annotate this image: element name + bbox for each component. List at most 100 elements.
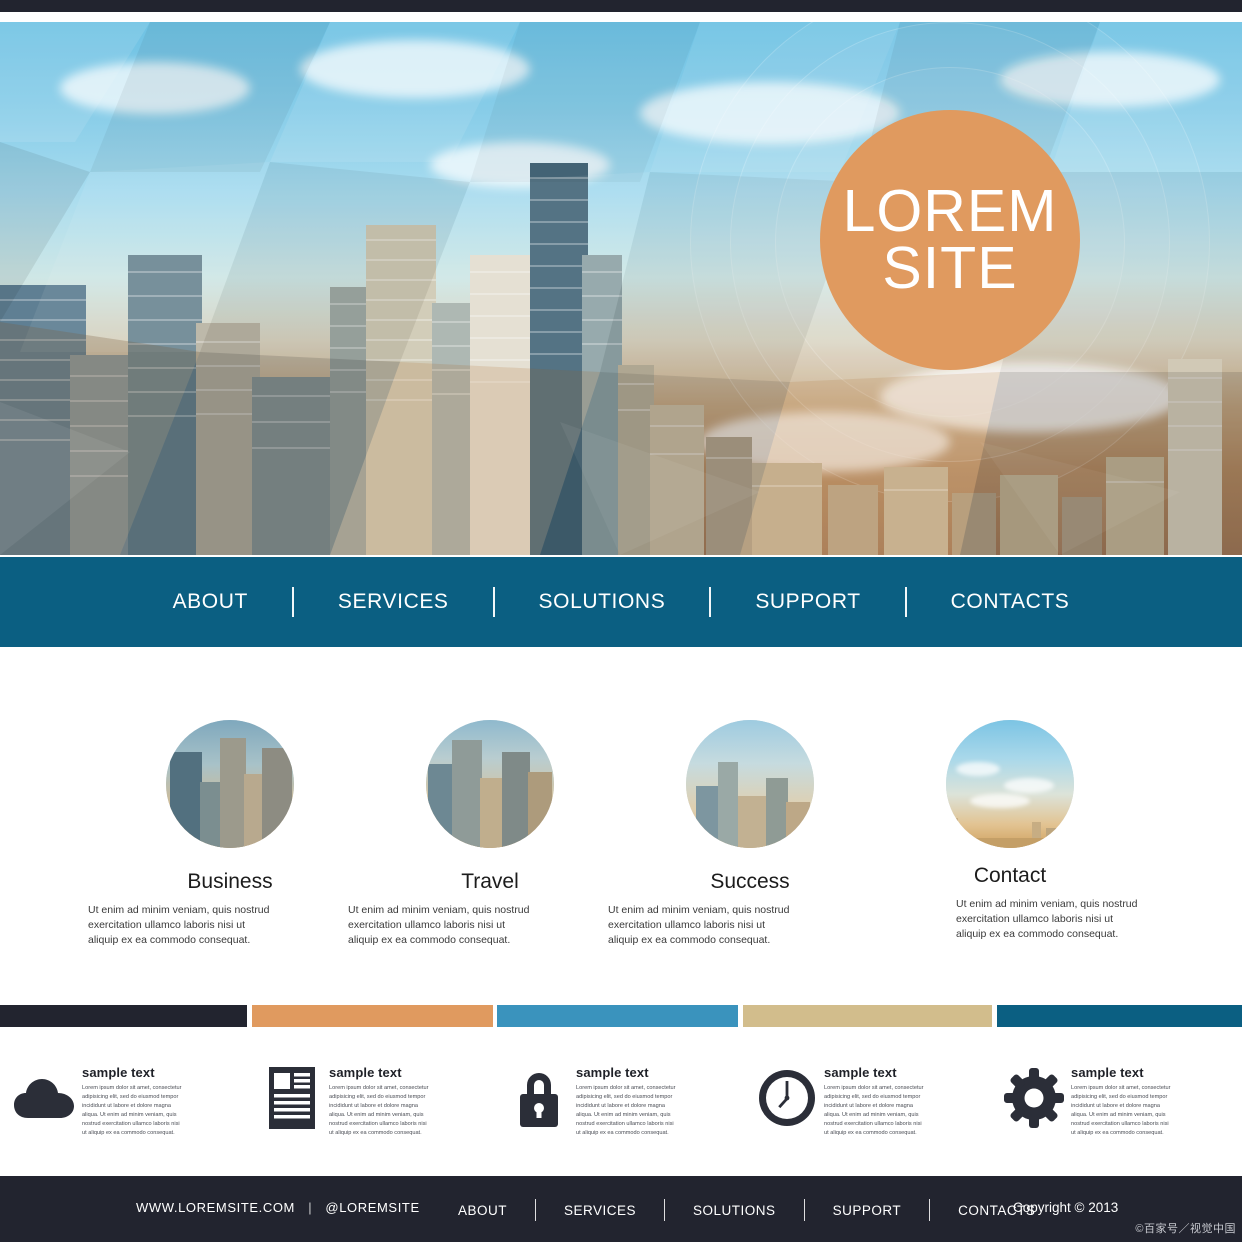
site-logo[interactable]: LOREM SITE: [820, 110, 1080, 370]
icon-feature-title: sample text: [824, 1065, 897, 1080]
nav-items: ABOUT SERVICES SOLUTIONS SUPPORT CONTACT…: [129, 587, 1114, 617]
building-shape: [470, 255, 536, 555]
building-shape: [196, 323, 260, 555]
icon-feature-text: sample text Lorem ipsum dolor sit amet, …: [329, 1055, 431, 1138]
feature-card-business[interactable]: Business Ut enim ad minim veniam, quis n…: [80, 720, 380, 949]
logo-line-1: LOREM: [842, 178, 1058, 245]
nav-item-support[interactable]: SUPPORT: [711, 590, 904, 614]
icon-feature-text: sample text Lorem ipsum dolor sit amet, …: [1071, 1055, 1173, 1138]
building-shape: [366, 225, 436, 555]
nav-item-services[interactable]: SERVICES: [294, 590, 493, 614]
footer-nav-divider: [929, 1199, 931, 1221]
icon-feature-body: Lorem ipsum dolor sit amet, consectetur …: [824, 1085, 924, 1137]
building-shape: [618, 365, 654, 555]
icon-feature-body: Lorem ipsum dolor sit amet, consectetur …: [329, 1085, 429, 1137]
icon-feature-lock[interactable]: sample text Lorem ipsum dolor sit amet, …: [502, 1055, 744, 1155]
building-shape: [128, 255, 202, 555]
feature-cards: Business Ut enim ad minim veniam, quis n…: [0, 700, 1242, 970]
footer-nav-item-solutions[interactable]: SOLUTIONS: [665, 1203, 804, 1218]
building-shape: [884, 467, 948, 555]
page-footer: WWW.LOREMSITE.COM | @LOREMSITE ABOUT SER…: [0, 1176, 1242, 1242]
icon-feature-document[interactable]: sample text Lorem ipsum dolor sit amet, …: [255, 1055, 497, 1155]
feature-image-business: [166, 720, 294, 848]
footer-nav-item-support[interactable]: SUPPORT: [805, 1203, 930, 1218]
main-navigation: ABOUT SERVICES SOLUTIONS SUPPORT CONTACT…: [0, 557, 1242, 647]
footer-nav-divider: [664, 1199, 666, 1221]
building-shape: [70, 355, 130, 555]
cloud-shape: [60, 62, 250, 114]
footer-navigation: ABOUT SERVICES SOLUTIONS SUPPORT CONTACT…: [430, 1199, 1063, 1221]
hero-banner: LOREM SITE: [0, 22, 1242, 555]
icon-feature-title: sample text: [82, 1065, 155, 1080]
building-shape: [1106, 457, 1164, 555]
icon-feature-text: sample text Lorem ipsum dolor sit amet, …: [576, 1055, 678, 1138]
building-shape: [1000, 475, 1058, 555]
footer-site-url[interactable]: WWW.LOREMSITE.COM: [136, 1200, 295, 1215]
nav-item-about[interactable]: ABOUT: [129, 590, 292, 614]
feature-image-success: [686, 720, 814, 848]
cloud-shape: [300, 40, 530, 98]
nav-divider: [904, 587, 907, 617]
nav-divider: [291, 587, 294, 617]
stock-watermark: ©百家号／视觉中国: [1135, 1223, 1236, 1235]
icon-feature-row: sample text Lorem ipsum dolor sit amet, …: [0, 1055, 1242, 1155]
building-shape: [330, 287, 368, 555]
clock-icon: [750, 1055, 824, 1141]
color-bar-strip: [0, 1005, 1242, 1027]
building-shape: [650, 405, 704, 555]
cloud-shape: [640, 82, 900, 144]
feature-image-contact: [946, 720, 1074, 848]
feature-card-travel[interactable]: Travel Ut enim ad minim veniam, quis nos…: [340, 720, 640, 949]
top-accent-bar: [0, 0, 1242, 12]
icon-feature-title: sample text: [1071, 1065, 1144, 1080]
icon-feature-text: sample text Lorem ipsum dolor sit amet, …: [824, 1055, 926, 1138]
nav-divider: [709, 587, 712, 617]
building-shape: [952, 493, 996, 555]
feature-body-success: Ut enim ad minim veniam, quis nostrud ex…: [608, 904, 790, 947]
feature-body-travel: Ut enim ad minim veniam, quis nostrud ex…: [348, 904, 530, 947]
footer-social-handle[interactable]: @LOREMSITE: [325, 1200, 419, 1215]
icon-feature-title: sample text: [576, 1065, 649, 1080]
icon-feature-clock[interactable]: sample text Lorem ipsum dolor sit amet, …: [750, 1055, 992, 1155]
cloud-shape: [1000, 52, 1220, 107]
color-bar-orange: [252, 1005, 493, 1027]
building-shape: [252, 377, 334, 555]
icon-feature-cloud[interactable]: sample text Lorem ipsum dolor sit amet, …: [8, 1055, 250, 1155]
page-root: LOREM SITE ABOUT SERVICES SOLUTIONS SUPP…: [0, 0, 1242, 1242]
gear-icon: [997, 1055, 1071, 1141]
icon-feature-title: sample text: [329, 1065, 402, 1080]
cloud-icon: [8, 1055, 82, 1141]
footer-brand: WWW.LOREMSITE.COM | @LOREMSITE: [136, 1200, 420, 1215]
footer-nav-item-services[interactable]: SERVICES: [536, 1203, 664, 1218]
footer-nav-divider: [803, 1199, 805, 1221]
footer-brand-divider: |: [308, 1200, 313, 1215]
color-bar-light-blue: [497, 1005, 738, 1027]
footer-nav-divider: [535, 1199, 537, 1221]
nav-item-contacts[interactable]: CONTACTS: [907, 590, 1114, 614]
feature-body-contact: Ut enim ad minim veniam, quis nostrud ex…: [956, 898, 1138, 941]
building-shape: [530, 163, 588, 555]
nav-divider: [492, 587, 495, 617]
lock-icon: [502, 1055, 576, 1141]
feature-title-contact: Contact: [973, 864, 1047, 887]
footer-copyright: Copyright © 2013: [1013, 1200, 1119, 1215]
feature-title-travel: Travel: [461, 870, 519, 893]
icon-feature-gear[interactable]: sample text Lorem ipsum dolor sit amet, …: [997, 1055, 1239, 1155]
logo-line-2: SITE: [882, 235, 1018, 301]
feature-card-contact[interactable]: Contact Ut enim ad minim veniam, quis no…: [860, 720, 1160, 943]
building-shape: [706, 437, 752, 555]
color-bar-teal: [997, 1005, 1242, 1027]
icon-feature-text: sample text Lorem ipsum dolor sit amet, …: [82, 1055, 184, 1138]
cloud-shape: [880, 362, 1180, 432]
building-shape: [1062, 497, 1102, 555]
footer-nav-item-about[interactable]: ABOUT: [430, 1203, 535, 1218]
color-bar-dark: [0, 1005, 247, 1027]
feature-card-success[interactable]: Success Ut enim ad minim veniam, quis no…: [600, 720, 900, 949]
icon-feature-body: Lorem ipsum dolor sit amet, consectetur …: [576, 1085, 676, 1137]
nav-item-solutions[interactable]: SOLUTIONS: [495, 590, 710, 614]
building-shape: [582, 255, 622, 555]
icon-feature-body: Lorem ipsum dolor sit amet, consectetur …: [1071, 1085, 1171, 1137]
icon-feature-body: Lorem ipsum dolor sit amet, consectetur …: [82, 1085, 182, 1137]
building-shape: [1168, 359, 1222, 555]
building-shape: [752, 463, 822, 555]
